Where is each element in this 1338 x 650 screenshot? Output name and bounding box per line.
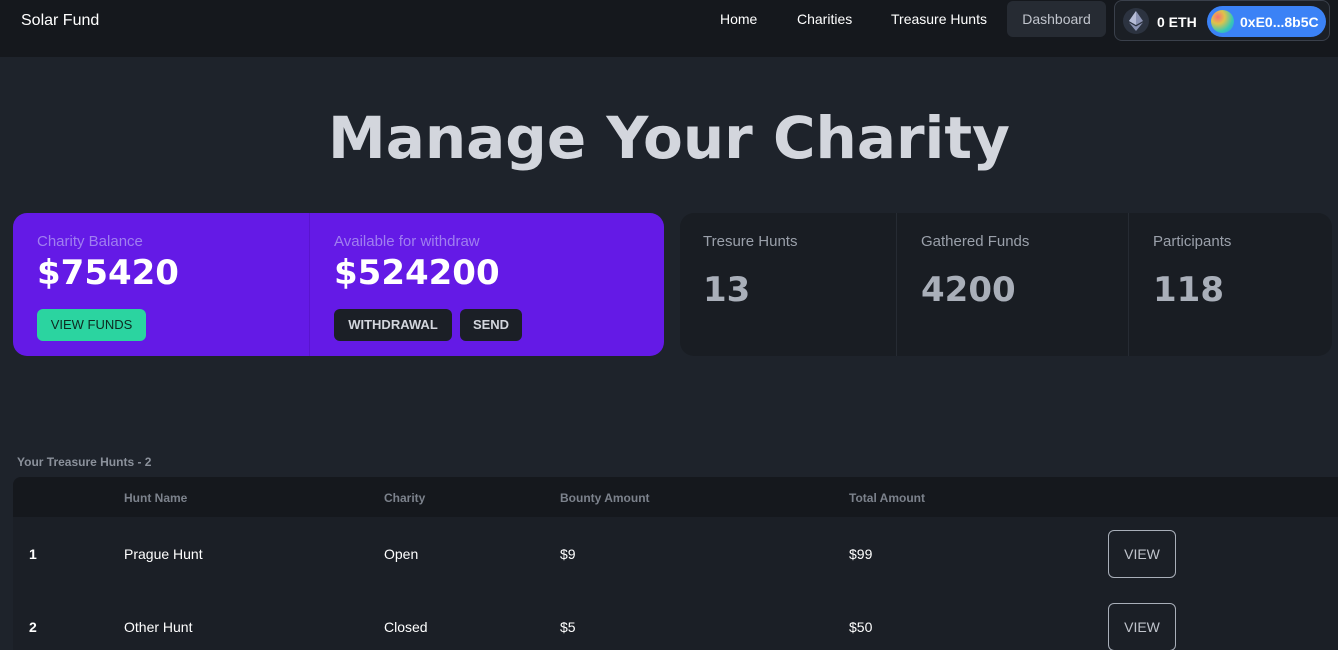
brand-logo[interactable]: Solar Fund [21,12,99,30]
stats-divider [896,213,897,356]
withdrawal-button[interactable]: WITHDRAWAL [334,309,452,341]
column-header-charity: Charity [384,491,426,505]
stats-divider [1128,213,1129,356]
eth-balance[interactable]: 0 ETH [1157,14,1197,30]
column-header-bounty-amount: Bounty Amount [560,491,650,505]
gathered-funds-value: 4200 [921,270,1016,310]
gathered-funds-label: Gathered Funds [921,233,1030,250]
treasure-hunts-value: 13 [703,270,751,310]
hunt-total: $99 [849,546,873,562]
hunt-bounty: $9 [560,546,576,562]
participants-value: 118 [1153,270,1224,310]
navbar: Solar Fund Home Charities Treasure Hunts… [0,0,1338,57]
section-label: Your Treasure Hunts - 2 [17,455,152,469]
nav-link-home[interactable]: Home [720,11,757,27]
hunts-table: Hunt Name Charity Bounty Amount Total Am… [13,477,1338,650]
hunt-name: Other Hunt [124,619,193,635]
nav-link-dashboard[interactable]: Dashboard [1007,1,1106,37]
available-label: Available for withdraw [334,233,480,250]
hunt-bounty: $5 [560,619,576,635]
view-funds-button[interactable]: VIEW FUNDS [37,309,146,341]
available-value: $524200 [334,253,500,293]
view-button[interactable]: VIEW [1108,530,1176,578]
hunt-charity: Open [384,546,419,562]
avatar [1211,10,1234,33]
hunt-total: $50 [849,619,873,635]
send-button[interactable]: SEND [460,309,522,341]
row-index: 2 [29,619,37,635]
wallet-widget: 0 ETH 0xE0...8b5C [1114,0,1330,41]
table-header: Hunt Name Charity Bounty Amount Total Am… [13,477,1338,517]
column-header-total-amount: Total Amount [849,491,925,505]
stats-card: Tresure Hunts 13 Gathered Funds 4200 Par… [680,213,1332,356]
treasure-hunts-label: Tresure Hunts [703,233,798,250]
ethereum-icon[interactable] [1123,8,1149,34]
card-divider [309,213,310,356]
charity-balance-value: $75420 [37,253,179,293]
charity-balance-label: Charity Balance [37,233,143,250]
nav-link-charities[interactable]: Charities [797,11,852,27]
page-title: Manage Your Charity [328,104,1010,172]
nav-link-treasure-hunts[interactable]: Treasure Hunts [891,11,987,27]
column-header-hunt-name: Hunt Name [124,491,188,505]
hunt-charity: Closed [384,619,428,635]
view-button[interactable]: VIEW [1108,603,1176,650]
hunt-name: Prague Hunt [124,546,203,562]
account-button[interactable]: 0xE0...8b5C [1207,6,1326,37]
row-index: 1 [29,546,37,562]
wallet-address: 0xE0...8b5C [1240,14,1319,30]
participants-label: Participants [1153,233,1232,250]
balance-card: Charity Balance $75420 VIEW FUNDS Availa… [13,213,664,356]
